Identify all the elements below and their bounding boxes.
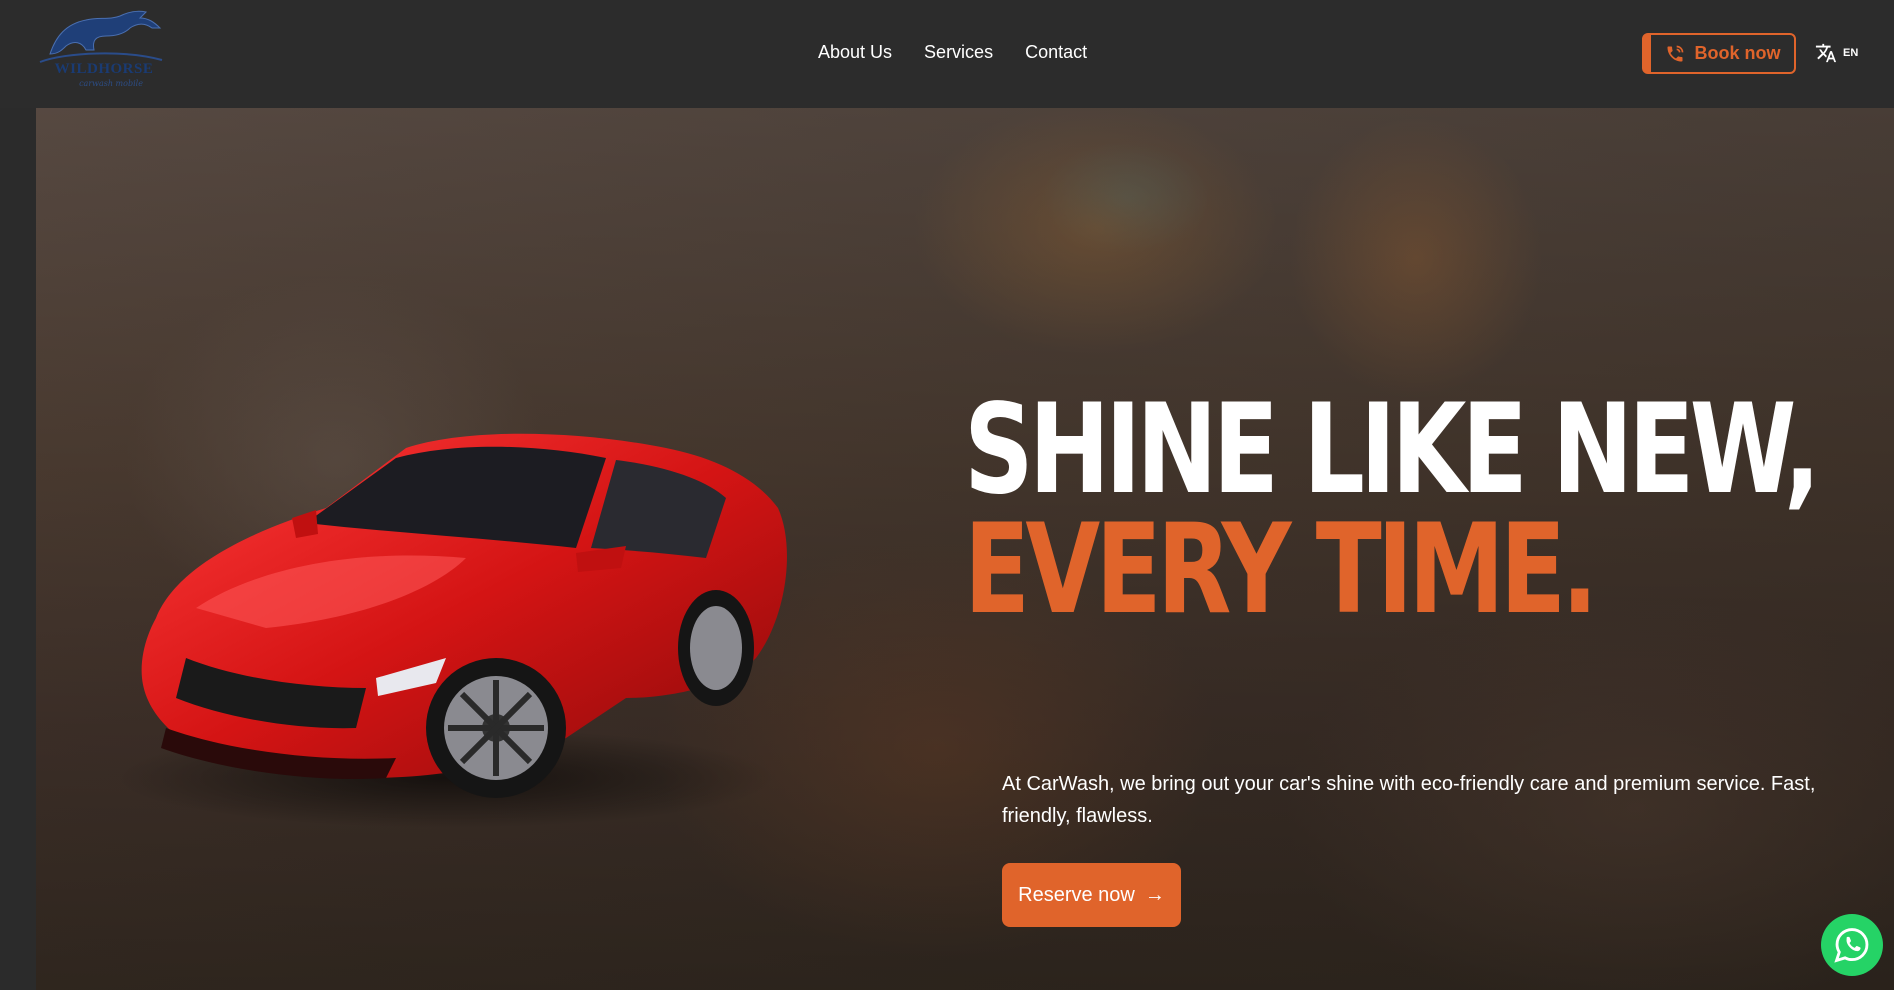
- site-header: WILDHORSE carwash mobile About Us Servic…: [0, 0, 1894, 108]
- main-nav: About Us Services Contact: [818, 40, 1087, 64]
- hero-section: SHINE LIKE NEW, EVERY TIME. At CarWash, …: [36, 108, 1894, 990]
- translate-icon: [1815, 43, 1837, 63]
- reserve-now-button[interactable]: Reserve now →: [1002, 863, 1181, 927]
- logo[interactable]: WILDHORSE carwash mobile: [36, 6, 166, 90]
- language-label: EN: [1843, 47, 1859, 59]
- whatsapp-icon: [1834, 928, 1869, 963]
- reserve-now-label: Reserve now: [1018, 883, 1135, 906]
- language-switcher[interactable]: EN: [1815, 42, 1858, 64]
- headline-line-2: EVERY TIME.: [964, 498, 1598, 642]
- headline-line-1: SHINE LIKE NEW,: [964, 378, 1821, 522]
- book-now-label: Book now: [1694, 43, 1781, 63]
- book-now-button[interactable]: Book now: [1642, 33, 1796, 74]
- hero-headline: SHINE LIKE NEW, EVERY TIME.: [964, 378, 1821, 642]
- arrow-right-icon: →: [1144, 883, 1165, 906]
- red-sports-car-image: [116, 433, 787, 828]
- hero-description: At CarWash, we bring out your car's shin…: [1002, 773, 1816, 827]
- logo-text: WILDHORSE: [54, 61, 154, 77]
- nav-contact[interactable]: Contact: [1025, 40, 1087, 64]
- nav-about-us[interactable]: About Us: [818, 40, 892, 64]
- nav-services[interactable]: Services: [924, 40, 993, 64]
- phone-icon: [1667, 45, 1683, 61]
- logo-tagline: carwash mobile: [79, 79, 143, 88]
- whatsapp-button[interactable]: [1821, 914, 1883, 976]
